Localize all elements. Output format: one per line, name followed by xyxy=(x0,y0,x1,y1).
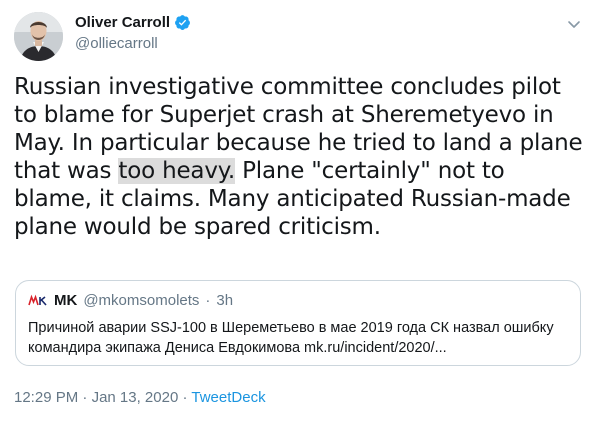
tweet-time[interactable]: 12:29 PM xyxy=(14,389,78,406)
quoted-author-name[interactable]: MK xyxy=(54,292,77,309)
quoted-author-handle[interactable]: @mkomsomolets xyxy=(83,292,199,309)
quoted-tweet-line-1: Причиной аварии SSJ-100 в Шереметьево в … xyxy=(28,320,554,336)
tweet-date[interactable]: Jan 13, 2020 xyxy=(92,389,179,406)
author-name[interactable]: Oliver Carroll xyxy=(75,14,191,31)
meta-separator: · xyxy=(78,389,92,406)
avatar-image xyxy=(14,12,63,61)
quoted-tweet-line-2: командира экипажа Дениса Евдокимова mk.r… xyxy=(28,340,447,356)
quoted-separator: · xyxy=(205,292,211,309)
chevron-down-icon[interactable] xyxy=(566,16,582,32)
author-handle[interactable]: @olliecarroll xyxy=(75,35,158,52)
quoted-timestamp[interactable]: 3h xyxy=(216,292,233,309)
mk-logo-icon xyxy=(28,293,48,308)
tweet-metadata: 12:29 PM · Jan 13, 2020 · TweetDeck xyxy=(14,389,266,406)
quoted-tweet-card[interactable]: MK @mkomsomolets · 3h Причиной аварии SS… xyxy=(15,280,581,366)
quoted-tweet-header: MK @mkomsomolets · 3h xyxy=(28,292,233,309)
verified-badge-icon xyxy=(175,15,190,30)
avatar[interactable] xyxy=(14,12,63,61)
author-name-text: Oliver Carroll xyxy=(75,14,171,31)
tweet-source-link[interactable]: TweetDeck xyxy=(191,389,265,406)
tweet-text: Russian investigative committee conclude… xyxy=(14,73,586,241)
quoted-tweet-text: Причиной аварии SSJ-100 в Шереметьево в … xyxy=(28,318,573,358)
meta-separator: · xyxy=(178,389,192,406)
tweet-text-highlight: too heavy. xyxy=(118,158,235,184)
